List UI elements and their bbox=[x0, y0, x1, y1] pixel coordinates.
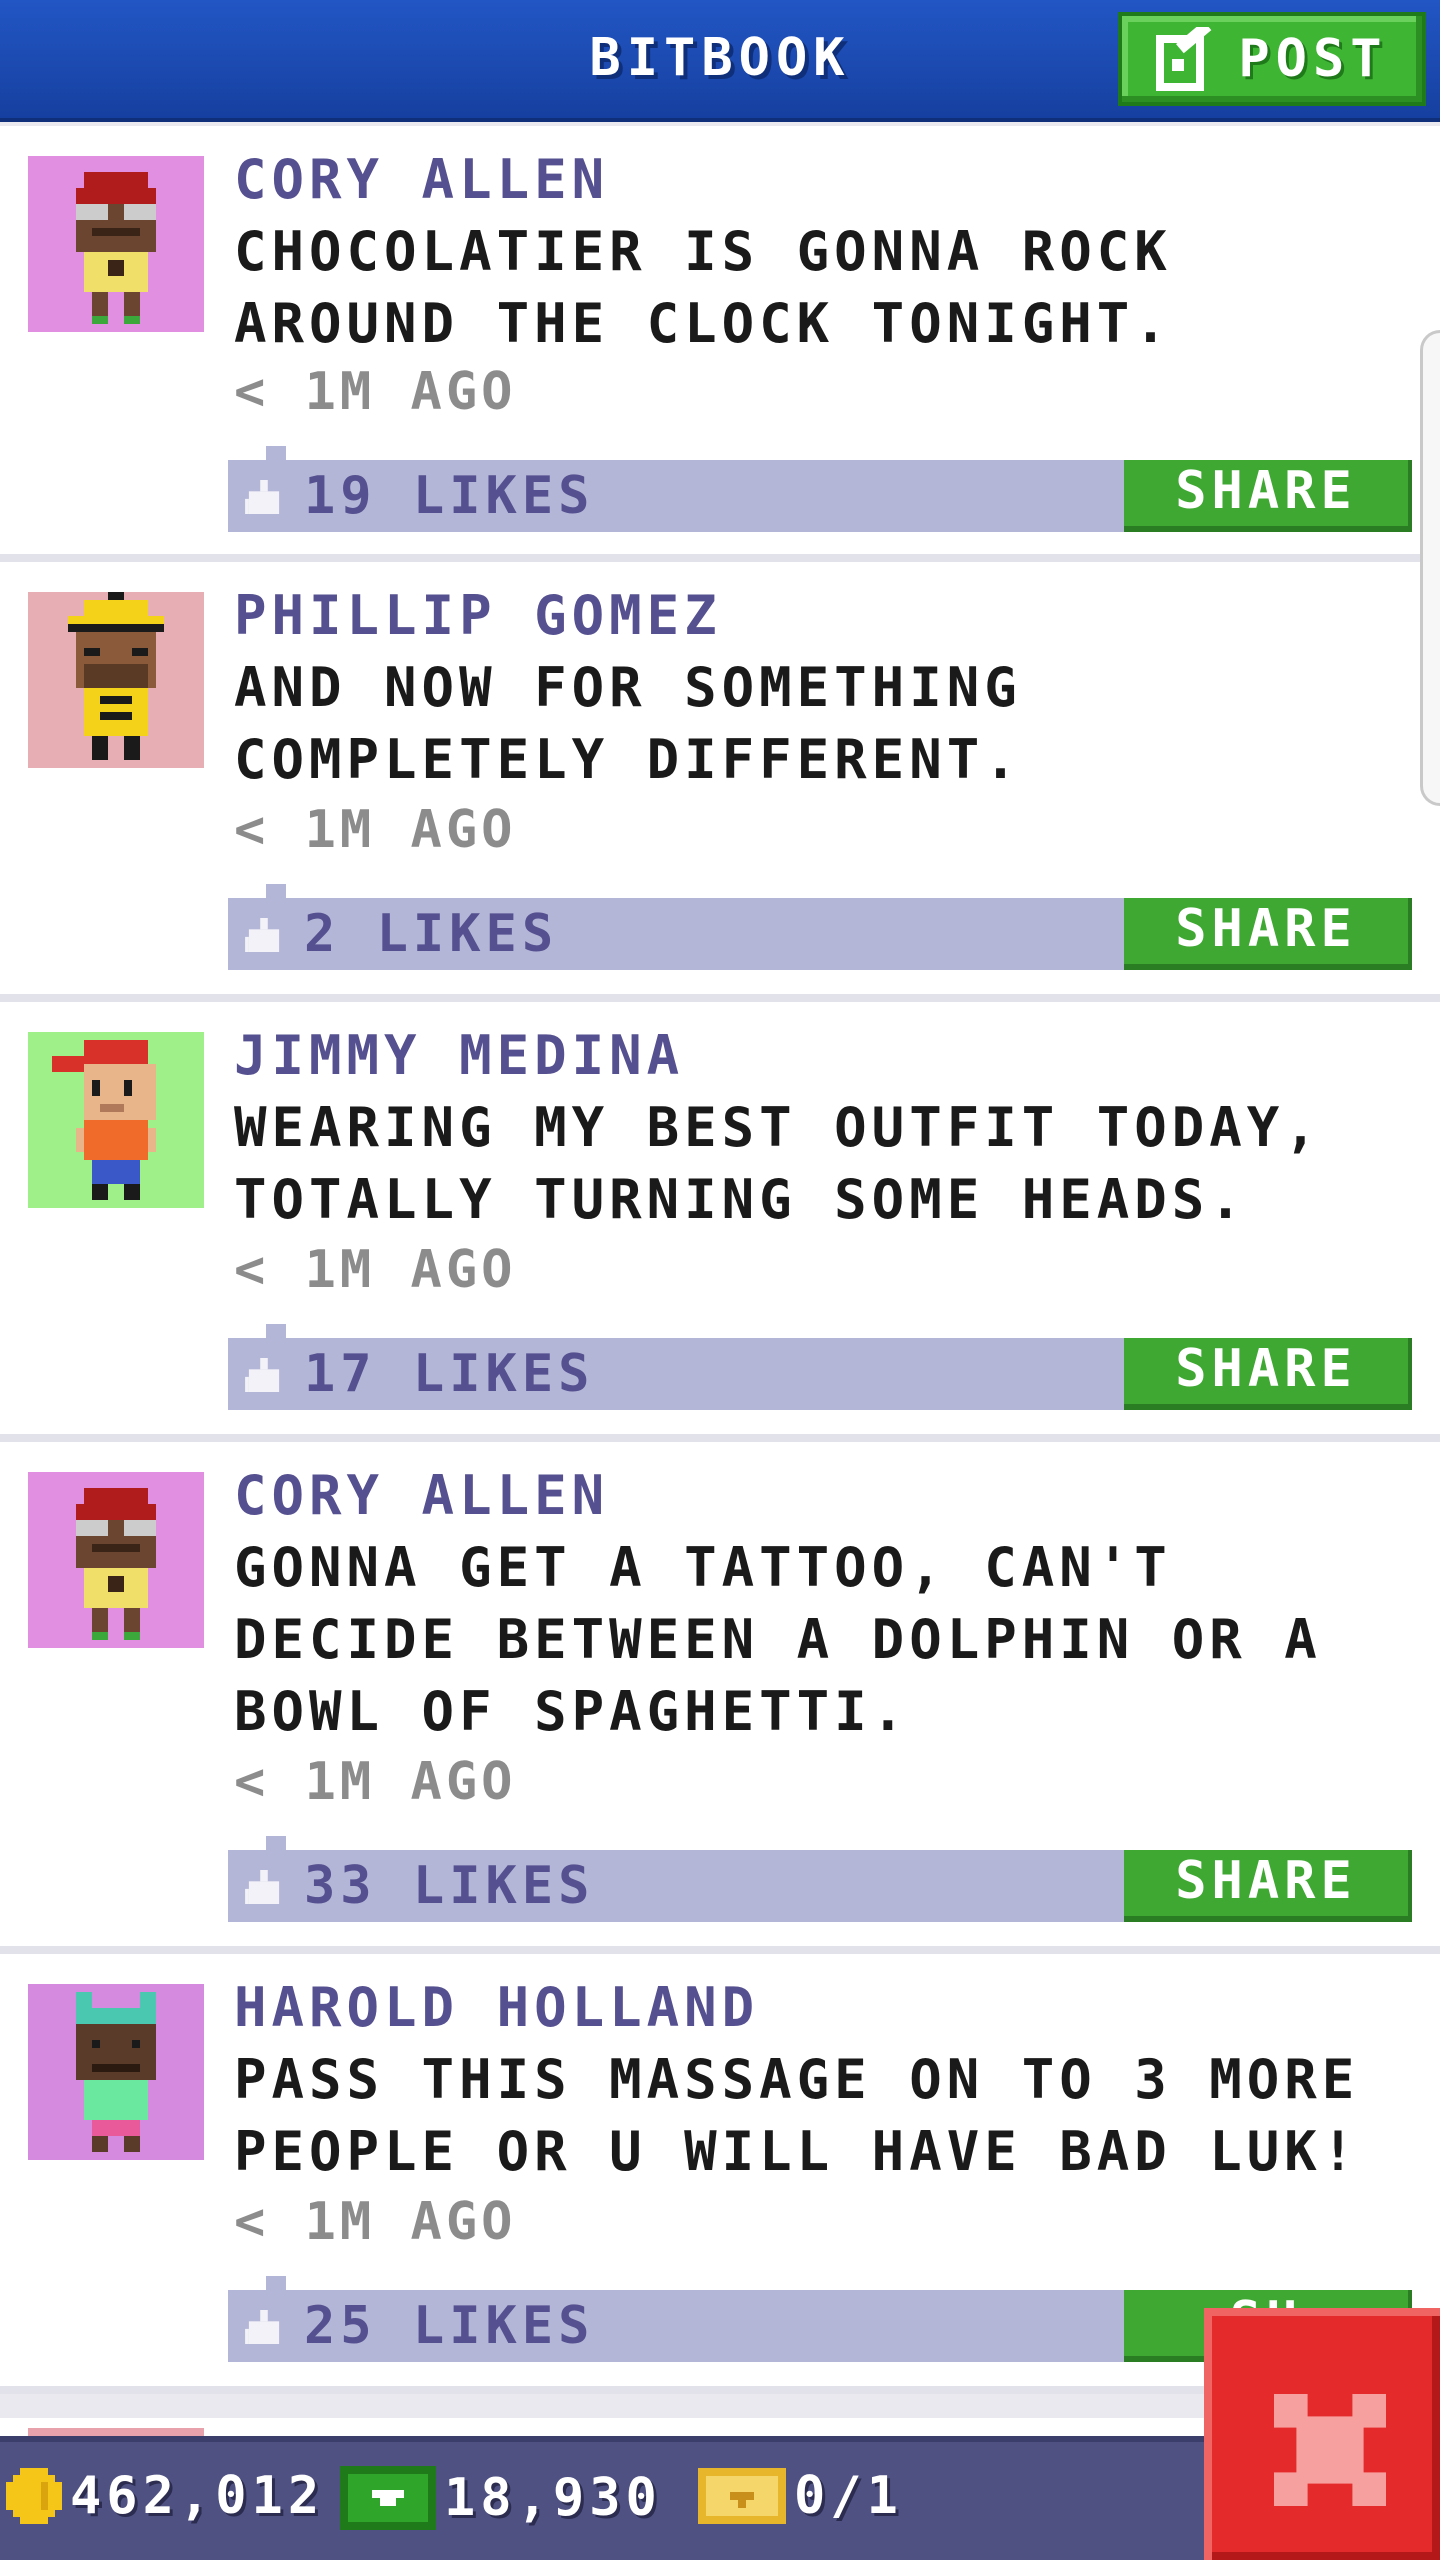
ticket-count: 0/1 bbox=[794, 2466, 903, 2526]
post-button-label: POST bbox=[1238, 29, 1388, 89]
ticket-stat: 0/1 bbox=[698, 2466, 903, 2526]
like-count: 33 LIKES bbox=[304, 1856, 595, 1916]
post-time: < 1M AGO bbox=[234, 1240, 517, 1300]
post-time: < 1M AGO bbox=[234, 2192, 517, 2252]
post-time: < 1M AGO bbox=[234, 362, 517, 422]
close-icon bbox=[1274, 2394, 1386, 2506]
bux-count: 18,930 bbox=[444, 2468, 662, 2528]
feed-post: JIMMY MEDINA WEARING MY BEST OUTFIT TODA… bbox=[0, 1002, 1440, 1442]
avatar bbox=[28, 156, 204, 332]
share-button[interactable]: SHARE bbox=[1124, 1850, 1412, 1922]
post-text: PASS THIS MASSAGE ON TO 3 MORE PEOPLE OR… bbox=[234, 2048, 1360, 2183]
feed-post: PHILLIP GOMEZ AND NOW FOR SOMETHING COMP… bbox=[0, 562, 1440, 1002]
ticket-icon bbox=[698, 2468, 786, 2524]
post-time: < 1M AGO bbox=[234, 1752, 517, 1812]
post-button[interactable]: POST bbox=[1118, 12, 1426, 106]
character-avatar-icon bbox=[28, 1032, 204, 1208]
like-bar[interactable]: 17 LIKES SHARE bbox=[228, 1324, 1412, 1410]
scroll-edge bbox=[1420, 330, 1440, 806]
coin-count: 462,012 bbox=[70, 2466, 325, 2526]
like-count: 19 LIKES bbox=[304, 466, 595, 526]
post-author[interactable]: HAROLD HOLLAND bbox=[234, 1976, 759, 2039]
post-time: < 1M AGO bbox=[234, 800, 517, 860]
like-bar-tab bbox=[266, 446, 286, 460]
thumbs-up-icon bbox=[245, 2310, 280, 2344]
like-bar-tab bbox=[266, 1836, 286, 1850]
close-button[interactable] bbox=[1204, 2308, 1440, 2560]
post-author[interactable]: CORY ALLEN bbox=[234, 148, 609, 211]
post-text: CHOCOLATIER IS GONNA ROCK AROUND THE CLO… bbox=[234, 220, 1172, 355]
feed-post: CORY ALLEN CHOCOLATIER IS GONNA ROCK ARO… bbox=[0, 126, 1440, 562]
like-bar-tab bbox=[266, 884, 286, 898]
share-button[interactable]: SHARE bbox=[1124, 460, 1412, 532]
like-count: 2 LIKES bbox=[304, 904, 559, 964]
bux-stat: 18,930 bbox=[340, 2466, 662, 2530]
app-header: BITBOOK POST bbox=[0, 0, 1440, 122]
thumbs-up-icon bbox=[245, 1358, 280, 1392]
share-button[interactable]: SHARE bbox=[1124, 1338, 1412, 1410]
coin-icon bbox=[6, 2468, 62, 2524]
like-bar[interactable]: 2 LIKES SHARE bbox=[228, 884, 1412, 970]
feed-post: CORY ALLEN GONNA GET A TATTOO, CAN'T DEC… bbox=[0, 1442, 1440, 1954]
character-avatar-icon bbox=[28, 1472, 204, 1648]
coin-stat: 462,012 bbox=[6, 2466, 324, 2526]
like-bar[interactable]: 33 LIKES SHARE bbox=[228, 1836, 1412, 1922]
character-avatar-icon bbox=[28, 156, 204, 332]
like-count: 17 LIKES bbox=[304, 1344, 595, 1404]
post-text: GONNA GET A TATTOO, CAN'T DECIDE BETWEEN… bbox=[234, 1536, 1322, 1743]
avatar bbox=[28, 592, 204, 768]
bux-icon bbox=[340, 2466, 436, 2530]
post-author[interactable]: PHILLIP GOMEZ bbox=[234, 584, 722, 647]
thumbs-up-icon bbox=[245, 1870, 280, 1904]
like-bar-tab bbox=[266, 1324, 286, 1338]
post-author[interactable]: JIMMY MEDINA bbox=[234, 1024, 684, 1087]
thumbs-up-icon bbox=[245, 918, 280, 952]
post-author[interactable]: CORY ALLEN bbox=[234, 1464, 609, 1527]
thumbs-up-icon bbox=[245, 480, 280, 514]
character-avatar-icon bbox=[28, 592, 204, 768]
avatar bbox=[28, 1984, 204, 2160]
post-text: WEARING MY BEST OUTFIT TODAY, TOTALLY TU… bbox=[234, 1096, 1322, 1231]
avatar bbox=[28, 1032, 204, 1208]
like-bar[interactable]: 19 LIKES SHARE bbox=[228, 446, 1412, 532]
post-text: AND NOW FOR SOMETHING COMPLETELY DIFFERE… bbox=[234, 656, 1022, 791]
edit-icon bbox=[1156, 27, 1212, 91]
character-avatar-icon bbox=[28, 1984, 204, 2160]
avatar bbox=[28, 1472, 204, 1648]
like-bar-tab bbox=[266, 2276, 286, 2290]
like-count: 25 LIKES bbox=[304, 2296, 595, 2356]
share-button[interactable]: SHARE bbox=[1124, 898, 1412, 970]
